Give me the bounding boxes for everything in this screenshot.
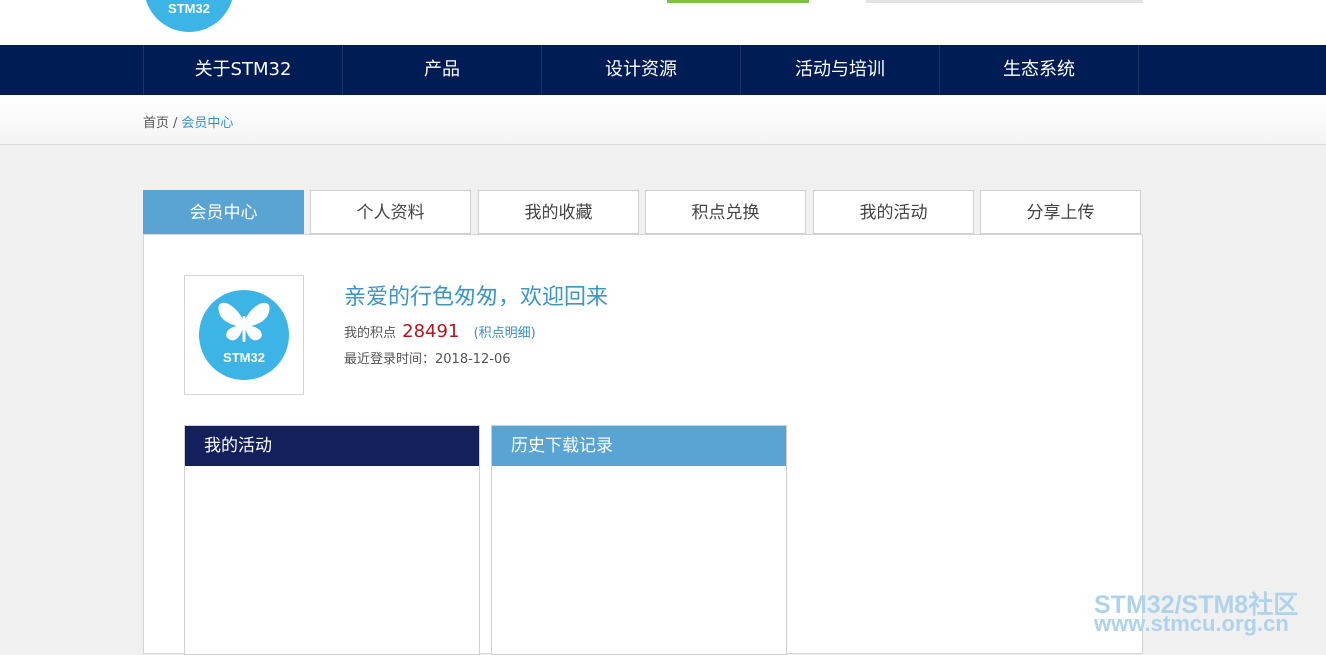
points-summary: 我的积点 28491 (积点明细) [344, 321, 536, 342]
breadcrumb-home[interactable]: 首页 [143, 116, 169, 131]
points-label: 我的积点 [344, 326, 397, 341]
breadcrumb: 首页 / 会员中心 [143, 112, 233, 131]
tab-favorites[interactable]: 我的收藏 [478, 190, 639, 234]
tab-points-exchange[interactable]: 积点兑换 [645, 190, 806, 234]
nav-divider [1138, 45, 1139, 95]
nav-item-products[interactable]: 产品 [342, 45, 541, 95]
watermark-line2: www.stmcu.org.cn [1094, 611, 1289, 636]
points-details-link[interactable]: (积点明细) [474, 326, 536, 341]
tab-member-center[interactable]: 会员中心 [143, 190, 304, 234]
my-activities-box: 我的活动 [184, 425, 480, 655]
points-value: 28491 [402, 321, 460, 342]
download-history-title: 历史下载记录 [492, 426, 786, 466]
download-history-box: 历史下载记录 [491, 425, 787, 655]
site-header: STM32 [0, 0, 1326, 45]
nav-item-design-resources[interactable]: 设计资源 [541, 45, 740, 95]
nav-item-about[interactable]: 关于STM32 [143, 45, 342, 95]
nav-item-ecosystem[interactable]: 生态系统 [939, 45, 1138, 95]
stm32-logo[interactable]: STM32 [144, 0, 234, 32]
breadcrumb-bar: 首页 / 会员中心 [0, 95, 1326, 145]
breadcrumb-current[interactable]: 会员中心 [181, 116, 233, 131]
main-nav: 关于STM32 产品 设计资源 活动与培训 生态系统 [0, 45, 1326, 95]
my-activities-title: 我的活动 [185, 426, 479, 466]
nav-item-events-training[interactable]: 活动与培训 [740, 45, 939, 95]
search-box-edge[interactable] [866, 0, 1143, 3]
welcome-message: 亲爱的行色匆匆，欢迎回来 [344, 285, 609, 310]
tab-share-upload[interactable]: 分享上传 [980, 190, 1141, 234]
breadcrumb-separator: / [173, 116, 178, 131]
tab-profile[interactable]: 个人资料 [310, 190, 471, 234]
last-login-time: 最近登录时间：2018-12-06 [344, 352, 511, 367]
logo-text: STM32 [168, 1, 210, 16]
butterfly-logo-icon: STM32 [199, 290, 289, 380]
avatar[interactable]: STM32 [184, 275, 304, 395]
avatar-logo-text: STM32 [223, 350, 265, 365]
login-button-edge[interactable] [667, 0, 809, 3]
tab-my-activities[interactable]: 我的活动 [813, 190, 974, 234]
